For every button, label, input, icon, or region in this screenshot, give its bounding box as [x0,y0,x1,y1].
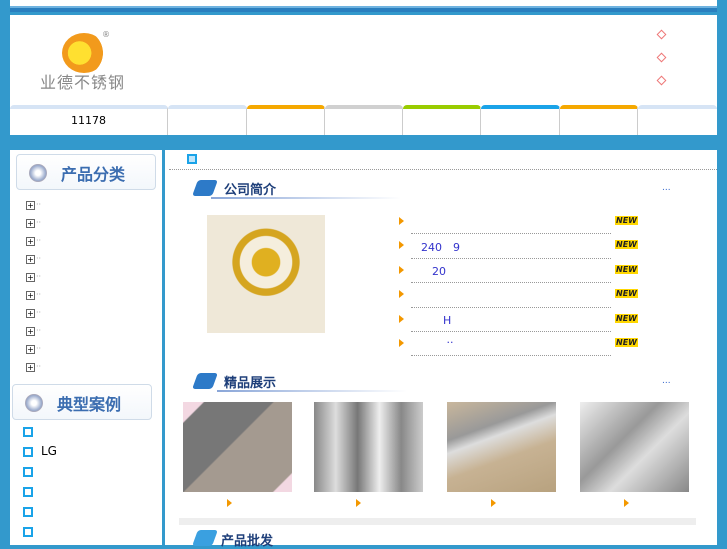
divider [411,307,611,308]
case-link[interactable]: LG [41,444,57,458]
logo-icon [62,33,106,73]
section-icon [192,373,218,389]
arrow-icon [399,241,404,249]
cases-title: 典型案例 [57,395,122,414]
diamond-icon[interactable] [656,52,667,63]
nav-tab[interactable]: 11178 [10,105,168,135]
product-image[interactable] [314,402,423,492]
logo-text[interactable]: 业德不锈钢 [40,69,125,93]
new-badge: NEW [615,289,638,298]
product-image[interactable] [447,402,556,492]
wholesale-title: 产品批发 [221,534,274,549]
nav-tab[interactable] [638,105,717,135]
arrow-icon[interactable] [491,499,496,507]
registered-mark: ® [102,30,110,39]
new-badge: NEW [615,216,638,225]
arrow-icon [399,290,404,298]
divider [411,258,611,259]
category-header: 产品分类 [16,154,156,190]
nav-tab[interactable] [325,105,403,135]
top-stripe [10,0,717,12]
news-link[interactable]: 240 9 [421,239,460,255]
diamond-icon[interactable] [656,75,667,86]
new-badge: NEW [615,314,638,323]
product-image[interactable] [183,402,292,492]
bullet-icon [23,487,33,497]
section-underline [211,197,401,199]
company-photo [207,215,325,333]
nav-tab[interactable] [247,105,325,135]
expand-icon[interactable]: + [26,309,41,318]
news-link[interactable]: 20 [421,263,446,279]
showcase-more-link[interactable]: ... [662,376,671,386]
about-more-link[interactable]: ... [662,183,671,193]
new-badge: NEW [615,265,638,274]
arrow-icon[interactable] [356,499,361,507]
bullet-icon [23,427,33,437]
expand-icon[interactable]: + [26,345,41,354]
sidebar: 产品分类 + + + + + + + + + + 典型案例 LG [10,150,162,545]
divider [411,233,611,234]
expand-icon[interactable]: + [26,237,41,246]
nav-tab[interactable] [168,105,247,135]
news-link[interactable]: ·· [421,334,453,350]
section-icon [192,180,218,196]
nav-tab[interactable] [403,105,481,135]
bullet-icon [23,507,33,517]
divider [411,331,611,332]
new-badge: NEW [615,240,638,249]
section-underline [217,390,407,392]
divider [411,355,611,356]
main-content: 公司简介 ... NEW 240 9 NEW 20 NEW NEW H NEW ·· N… [165,150,717,549]
expand-icon[interactable]: + [26,327,41,336]
arrow-icon[interactable] [624,499,629,507]
expand-icon[interactable]: + [26,363,41,372]
expand-icon[interactable]: + [26,255,41,264]
news-link[interactable]: H [421,312,451,328]
product-image[interactable] [580,402,689,492]
divider [169,169,717,170]
nav-bar: 11178 [10,105,717,135]
category-icon [29,164,47,182]
new-badge: NEW [615,338,638,347]
cases-header: 典型案例 [12,384,152,420]
nav-tab[interactable] [481,105,560,135]
expand-icon[interactable]: + [26,273,41,282]
expand-icon[interactable]: + [26,219,41,228]
arrow-icon [399,217,404,225]
showcase-title: 精品展示 [224,376,277,391]
header: ® 业德不锈钢 [10,15,717,107]
expand-icon[interactable]: + [26,291,41,300]
arrow-icon [399,266,404,274]
divider [411,282,611,283]
diamond-icon[interactable] [656,29,667,40]
expand-icon[interactable]: + [26,201,41,210]
about-title: 公司简介 [224,183,277,198]
bullet-icon [23,527,33,537]
cases-icon [25,394,43,412]
arrow-icon[interactable] [227,499,232,507]
arrow-icon [399,315,404,323]
section-icon [192,530,218,546]
bullet-icon [23,447,33,457]
home-icon[interactable] [187,154,197,164]
section-divider [179,518,696,525]
category-title: 产品分类 [61,165,126,184]
nav-tab[interactable] [560,105,638,135]
bullet-icon [23,467,33,477]
arrow-icon [399,339,404,347]
